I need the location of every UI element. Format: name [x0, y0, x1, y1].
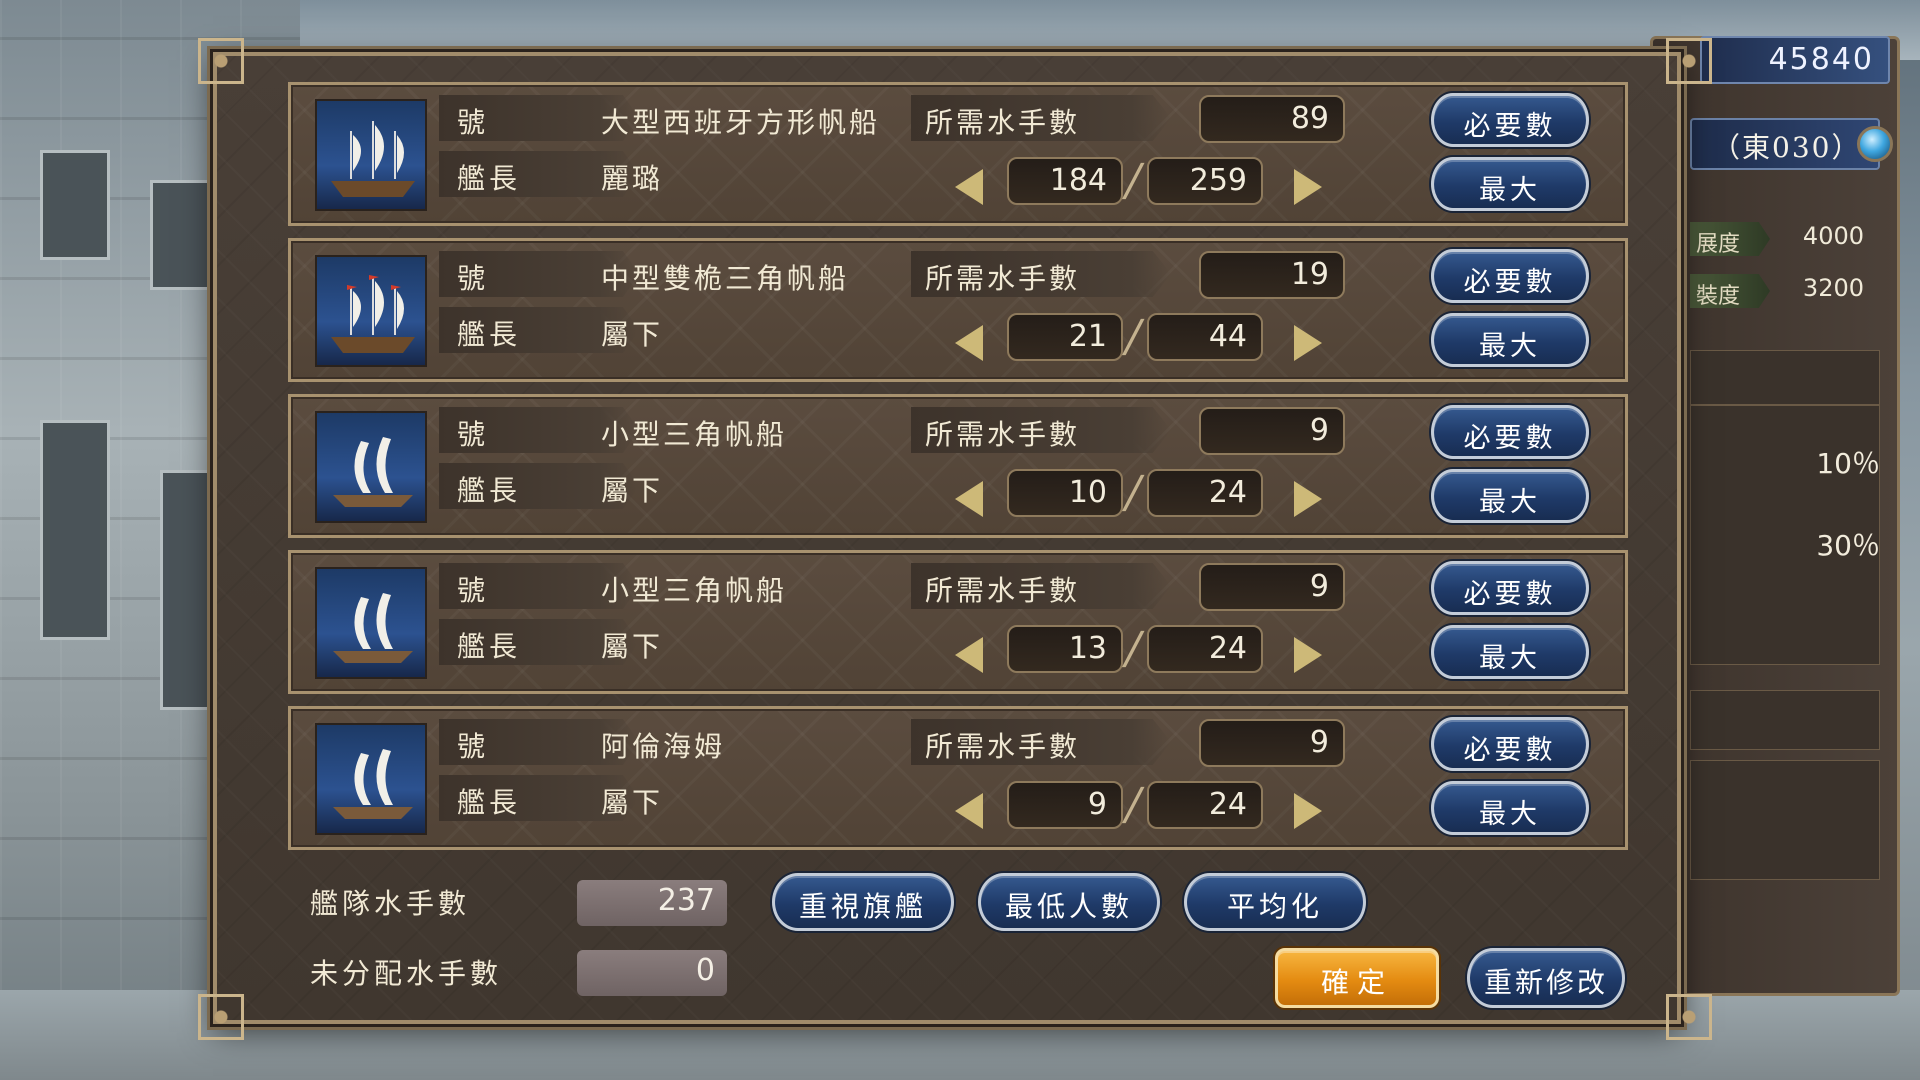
crew-current-value: 10 — [1007, 469, 1123, 517]
set-max-button[interactable]: 最大 — [1431, 469, 1589, 523]
lateen-sail-ship-icon — [315, 723, 427, 835]
decrease-arrow-icon[interactable] — [955, 325, 983, 361]
fleet-crew-value: 237 — [577, 880, 727, 926]
crew-max-value: 259 — [1147, 157, 1263, 205]
compass-gem-icon[interactable] — [1857, 126, 1893, 162]
crew-current-value: 9 — [1007, 781, 1123, 829]
crew-required-label: 所需水手數 — [911, 95, 1171, 141]
captain-name: 麗璐 — [601, 162, 664, 195]
lateen-sail-ship-icon — [315, 567, 427, 679]
decrease-arrow-icon[interactable] — [955, 637, 983, 673]
ship-row: 號 艦長 大型西班牙方形帆船 麗璐 所需水手數 89 184 / 259 必要數… — [288, 82, 1628, 226]
status-section — [1690, 760, 1880, 880]
set-required-button[interactable]: 必要數 — [1431, 561, 1589, 615]
prioritize-flagship-button[interactable]: 重視旗艦 — [772, 873, 954, 931]
set-required-button[interactable]: 必要數 — [1431, 717, 1589, 771]
captain-name: 屬下 — [601, 318, 664, 351]
gold-counter: 45840 — [1700, 36, 1890, 84]
crew-required-label: 所需水手數 — [911, 251, 1171, 297]
minimum-crew-button[interactable]: 最低人數 — [978, 873, 1160, 931]
slash-divider: / — [1120, 779, 1147, 830]
decrease-arrow-icon[interactable] — [955, 169, 983, 205]
set-required-button[interactable]: 必要數 — [1431, 405, 1589, 459]
ship-name: 阿倫海姆 — [601, 730, 726, 763]
unassigned-crew-label: 未分配水手數 — [310, 957, 503, 990]
ship-row: 號 艦長 小型三角帆船 屬下 所需水手數 9 13 / 24 必要數 最大 — [288, 550, 1628, 694]
captain-name: 屬下 — [601, 786, 664, 819]
stat-row: 裝度 3200 — [1690, 270, 1880, 310]
decrease-arrow-icon[interactable] — [955, 481, 983, 517]
increase-arrow-icon[interactable] — [1294, 793, 1322, 829]
captain-name: 屬下 — [601, 630, 664, 663]
crew-required-value: 19 — [1199, 251, 1345, 299]
set-max-button[interactable]: 最大 — [1431, 313, 1589, 367]
three-mast-ship-icon — [315, 255, 427, 367]
percent-value: 30％ — [1816, 529, 1880, 562]
crew-max-value: 24 — [1147, 625, 1263, 673]
status-header-bar — [1690, 350, 1880, 405]
ship-name: 大型西班牙方形帆船 — [601, 106, 881, 139]
unassigned-crew-value: 0 — [577, 950, 727, 996]
stat-row: 展度 4000 — [1690, 218, 1880, 258]
percent-value: 10％ — [1816, 447, 1880, 480]
set-max-button[interactable]: 最大 — [1431, 157, 1589, 211]
reset-button[interactable]: 重新修改 — [1467, 948, 1625, 1008]
stat-label: 裝度 — [1690, 274, 1770, 308]
slash-divider: / — [1120, 623, 1147, 674]
crew-required-value: 9 — [1199, 719, 1345, 767]
crew-max-value: 24 — [1147, 469, 1263, 517]
stat-value: 4000 — [1802, 222, 1864, 250]
set-required-button[interactable]: 必要數 — [1431, 93, 1589, 147]
crew-required-value: 9 — [1199, 563, 1345, 611]
slash-divider: / — [1120, 467, 1147, 518]
captain-name: 屬下 — [601, 474, 664, 507]
average-crew-button[interactable]: 平均化 — [1184, 873, 1366, 931]
ship-row: 號 艦長 阿倫海姆 屬下 所需水手數 9 9 / 24 必要數 最大 — [288, 706, 1628, 850]
crew-max-value: 24 — [1147, 781, 1263, 829]
ship-row: 號 艦長 小型三角帆船 屬下 所需水手數 9 10 / 24 必要數 最大 — [288, 394, 1628, 538]
crew-max-value: 44 — [1147, 313, 1263, 361]
stat-value: 3200 — [1802, 274, 1864, 302]
ship-name: 小型三角帆船 — [601, 418, 788, 451]
building-window — [150, 180, 220, 290]
crew-current-value: 184 — [1007, 157, 1123, 205]
slash-divider: / — [1120, 311, 1147, 362]
lateen-sail-ship-icon — [315, 411, 427, 523]
crew-required-label: 所需水手數 — [911, 563, 1171, 609]
increase-arrow-icon[interactable] — [1294, 169, 1322, 205]
location-label: （東030） — [1690, 118, 1880, 170]
slash-divider: / — [1120, 155, 1147, 206]
ship-name: 小型三角帆船 — [601, 574, 788, 607]
set-max-button[interactable]: 最大 — [1431, 625, 1589, 679]
status-header-bar — [1690, 690, 1880, 750]
stat-label: 展度 — [1690, 222, 1770, 256]
confirm-button[interactable]: 確定 — [1275, 948, 1439, 1008]
increase-arrow-icon[interactable] — [1294, 637, 1322, 673]
decrease-arrow-icon[interactable] — [955, 793, 983, 829]
ornament-corner-icon — [1666, 994, 1712, 1040]
increase-arrow-icon[interactable] — [1294, 325, 1322, 361]
crew-required-label: 所需水手數 — [911, 407, 1171, 453]
set-required-button[interactable]: 必要數 — [1431, 249, 1589, 303]
ship-row: 號 艦長 中型雙桅三角帆船 屬下 所需水手數 19 21 / 44 必要數 最大 — [288, 238, 1628, 382]
building-window — [40, 420, 110, 640]
fleet-crew-label: 艦隊水手數 — [310, 887, 471, 920]
ornament-corner-icon — [1666, 38, 1712, 84]
crew-required-value: 9 — [1199, 407, 1345, 455]
crew-required-label: 所需水手數 — [911, 719, 1171, 765]
ornament-corner-icon — [198, 994, 244, 1040]
set-max-button[interactable]: 最大 — [1431, 781, 1589, 835]
three-mast-ship-icon — [315, 99, 427, 211]
crew-current-value: 13 — [1007, 625, 1123, 673]
building-window — [40, 150, 110, 260]
ornament-corner-icon — [198, 38, 244, 84]
increase-arrow-icon[interactable] — [1294, 481, 1322, 517]
crew-required-value: 89 — [1199, 95, 1345, 143]
crew-current-value: 21 — [1007, 313, 1123, 361]
ship-name: 中型雙桅三角帆船 — [601, 262, 850, 295]
